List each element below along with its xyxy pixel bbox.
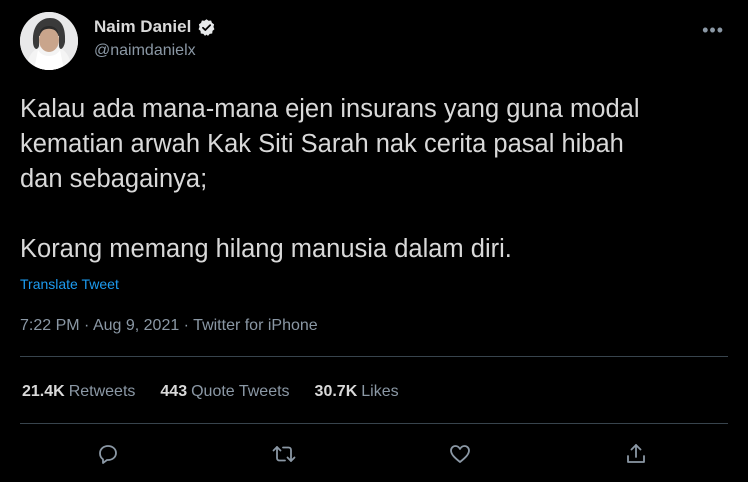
verified-badge-icon <box>197 18 216 37</box>
tweet-date[interactable]: Aug 9, 2021 <box>93 317 179 334</box>
display-name[interactable]: Naim Daniel <box>94 17 191 37</box>
likes-count: 30.7K <box>314 383 358 400</box>
likes-label: Likes <box>361 383 399 400</box>
meta-separator: · <box>79 317 93 334</box>
meta-separator: · <box>179 317 194 334</box>
retweet-icon[interactable] <box>267 437 301 471</box>
retweets-stat[interactable]: 21.4K Retweets <box>22 383 135 401</box>
translate-tweet-link[interactable]: Translate Tweet <box>20 276 119 292</box>
user-handle[interactable]: @naimdanielx <box>94 42 216 60</box>
tweet-header: Naim Daniel @naimdanielx ••• <box>20 12 732 74</box>
divider <box>20 423 728 424</box>
tweet-stats: 21.4K Retweets 443 Quote Tweets 30.7K Likes <box>22 383 399 401</box>
tweet-time[interactable]: 7:22 PM <box>20 317 80 334</box>
tweet-actions <box>0 437 748 473</box>
user-info: Naim Daniel @naimdanielx <box>94 17 216 60</box>
divider <box>20 356 728 357</box>
quote-tweets-label: Quote Tweets <box>191 383 290 400</box>
quote-tweets-stat[interactable]: 443 Quote Tweets <box>160 383 289 401</box>
quote-tweets-count: 443 <box>160 383 188 400</box>
likes-stat[interactable]: 30.7K Likes <box>315 383 399 401</box>
retweets-count: 21.4K <box>22 383 65 400</box>
tweet-source[interactable]: Twitter for iPhone <box>193 317 318 334</box>
avatar[interactable] <box>20 12 78 70</box>
reply-icon[interactable] <box>91 437 125 471</box>
tweet-text: Kalau ada mana-mana ejen insurans yang g… <box>20 95 640 263</box>
more-options-icon[interactable]: ••• <box>702 20 724 41</box>
retweets-label: Retweets <box>68 383 136 400</box>
share-icon[interactable] <box>619 437 653 471</box>
tweet-meta: 7:22 PM · Aug 9, 2021 · Twitter for iPho… <box>20 317 318 335</box>
like-icon[interactable] <box>443 437 477 471</box>
